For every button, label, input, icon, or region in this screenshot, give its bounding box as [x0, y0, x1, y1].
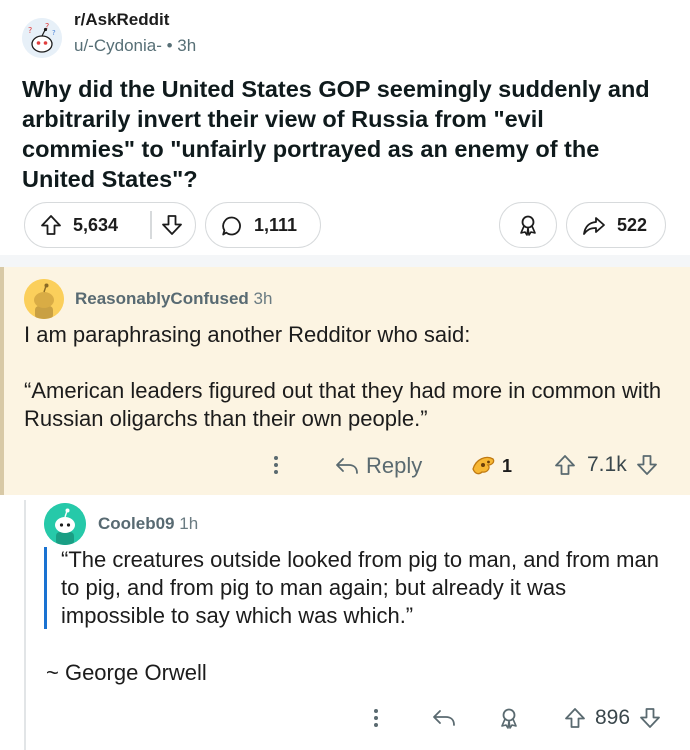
post-author-meta[interactable]: u/-Cydonia- • 3h [74, 36, 196, 56]
comment-author[interactable]: ReasonablyConfused 3h [75, 289, 272, 309]
downvote-icon[interactable] [160, 213, 184, 237]
reply-icon[interactable] [431, 706, 457, 730]
more-icon[interactable] [266, 453, 286, 477]
award-icon [470, 453, 498, 479]
avatar[interactable] [44, 503, 86, 545]
comment-paragraph: “American leaders figured out that they … [24, 378, 662, 431]
subreddit-avatar[interactable]: ? ? ? [22, 18, 62, 58]
comment-highlighted: ReasonablyConfused 3h I am paraphrasing … [0, 267, 690, 495]
reply-icon [334, 454, 360, 478]
subreddit-name[interactable]: r/AskReddit [74, 10, 169, 30]
thread-line[interactable] [24, 500, 26, 750]
vote-divider [150, 211, 152, 239]
award-button[interactable] [499, 202, 557, 248]
quote-bar [44, 547, 47, 629]
post-vote-count: 5,634 [73, 215, 119, 235]
share-button[interactable]: 522 [566, 202, 666, 248]
upvote-icon[interactable] [563, 706, 587, 730]
comment-award[interactable]: 1 [470, 453, 512, 479]
downvote-icon[interactable] [635, 453, 659, 477]
comment-vote-count: 7.1k [587, 453, 627, 476]
section-divider [0, 255, 690, 267]
comment-author-name[interactable]: Cooleb09 [98, 514, 175, 533]
comment-vote-count: 896 [595, 706, 631, 729]
comment-count: 1,111 [254, 215, 298, 235]
comment-body: I am paraphrasing another Redditor who s… [24, 321, 674, 461]
comment-time: 1h [179, 514, 199, 533]
upvote-icon[interactable] [553, 453, 577, 477]
comment-author[interactable]: Cooleb09 1h [98, 514, 198, 534]
comment-vote-bar: 896 [563, 706, 662, 730]
more-icon[interactable] [366, 706, 386, 730]
comment-icon [220, 214, 244, 238]
blockquote: “The creatures outside looked from pig t… [61, 547, 659, 628]
share-count: 522 [617, 215, 648, 235]
comment-vote-bar: 7.1k [553, 453, 659, 477]
avatar[interactable] [24, 279, 64, 319]
post-vote-bar: 5,634 [24, 202, 196, 248]
award-icon [516, 213, 540, 237]
award-count: 1 [502, 455, 513, 476]
comment-signature: ~ George Orwell [46, 660, 207, 685]
comment-author-name[interactable]: ReasonablyConfused [75, 289, 249, 308]
comment-time: 3h [253, 289, 273, 308]
post-title: Why did the United States GOP seemingly … [22, 76, 650, 192]
share-icon [581, 214, 607, 238]
svg-text:?: ? [52, 29, 56, 37]
downvote-icon[interactable] [638, 706, 662, 730]
comments-button[interactable]: 1,111 [205, 202, 321, 248]
upvote-icon[interactable] [39, 213, 63, 237]
svg-text:?: ? [28, 26, 32, 35]
reply-label: Reply [366, 453, 423, 478]
highlight-bar [0, 267, 4, 495]
reply-button[interactable]: Reply [334, 453, 422, 479]
post-header: ? ? ? r/AskReddit u/-Cydonia- • 3h [22, 8, 662, 60]
comment-paragraph: I am paraphrasing another Redditor who s… [24, 322, 471, 347]
award-icon[interactable] [497, 706, 521, 730]
